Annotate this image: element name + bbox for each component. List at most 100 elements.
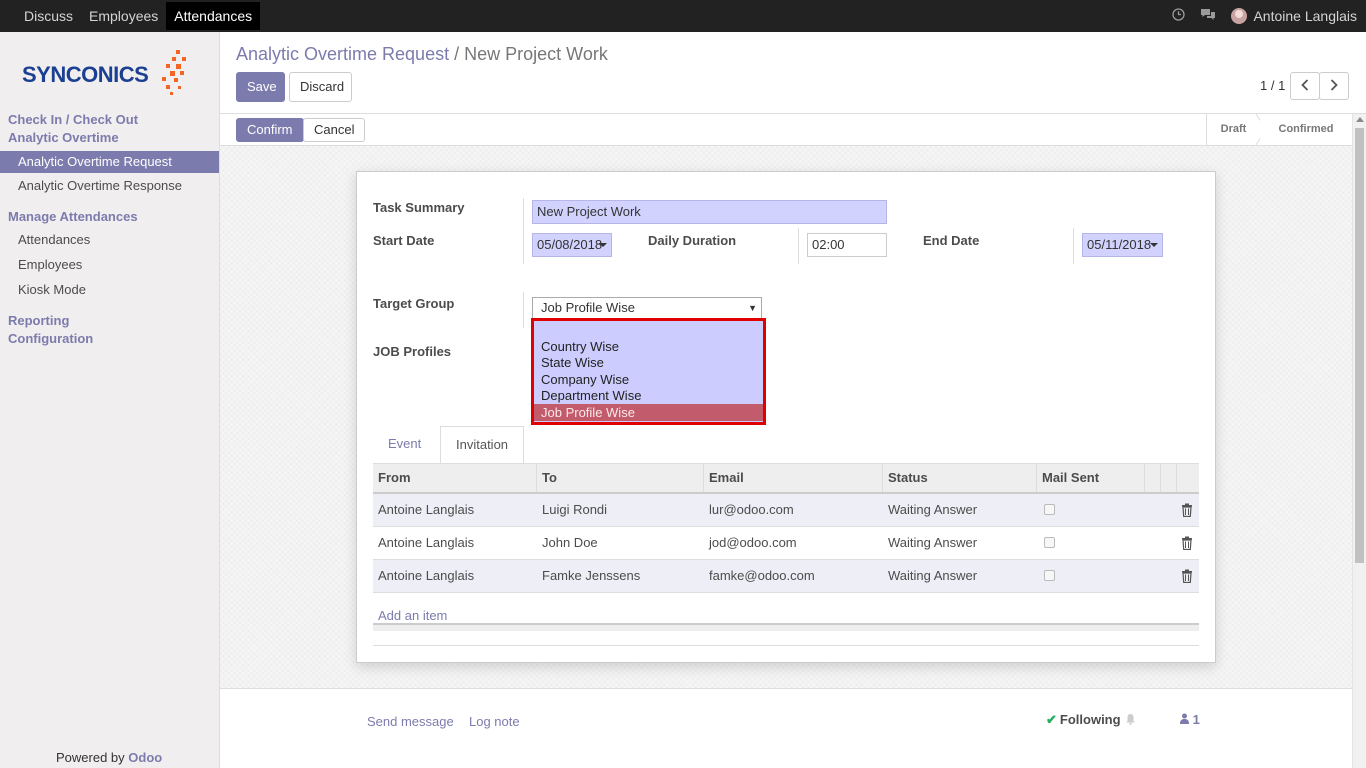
mail-sent-checkbox[interactable]: [1044, 570, 1055, 581]
field-divider: [523, 292, 524, 328]
tab-invitation-detail[interactable]: Invitation Detail: [440, 426, 525, 488]
end-date-value: 05/11/2018: [1087, 237, 1152, 252]
target-group-label: Target Group: [373, 296, 455, 311]
company-logo[interactable]: SYNCONICS: [22, 48, 202, 98]
systray: Antoine Langlais: [1163, 0, 1366, 32]
following-label: Following: [1059, 712, 1121, 727]
menu-attendances[interactable]: Attendances: [166, 2, 261, 30]
logo-mark-icon: [162, 50, 186, 95]
sidebar-section-checkin[interactable]: Check In / Check Out: [8, 111, 138, 129]
column-status[interactable]: Status: [883, 464, 1037, 492]
menu-discuss[interactable]: Discuss: [16, 0, 81, 32]
cell-status: Waiting Answer: [888, 535, 978, 550]
user-avatar[interactable]: [1231, 8, 1248, 24]
start-date-value: 05/08/2018: [537, 237, 603, 252]
task-summary-label: Task Summary: [373, 200, 465, 215]
trash-icon[interactable]: [1181, 503, 1193, 517]
form-sheet: Task Summary New Project Work Start Date…: [356, 171, 1216, 663]
sidebar-item-kiosk-mode[interactable]: Kiosk Mode: [0, 279, 219, 301]
powered-prefix: Powered by: [56, 750, 125, 765]
menu-employees[interactable]: Employees: [81, 0, 166, 32]
discard-button[interactable]: Discard: [289, 72, 352, 102]
mail-sent-checkbox[interactable]: [1044, 537, 1055, 548]
powered-by: Powered by Odoo: [56, 750, 162, 765]
sidebar-section-analytic-overtime[interactable]: Analytic Overtime: [8, 129, 119, 147]
trash-icon[interactable]: [1181, 536, 1193, 550]
pager-value[interactable]: 1 / 1: [1260, 78, 1285, 93]
task-summary-input[interactable]: New Project Work: [532, 200, 887, 224]
dropdown-option-state-wise[interactable]: State Wise: [534, 354, 763, 371]
sidebar-item-employees[interactable]: Employees: [0, 254, 219, 276]
confirm-button[interactable]: Confirm: [236, 118, 304, 142]
column-email[interactable]: Email: [704, 464, 883, 492]
column-from[interactable]: From: [373, 464, 537, 492]
page-scrollbar[interactable]: [1352, 114, 1366, 768]
target-group-dropdown[interactable]: Country Wise State Wise Company Wise Dep…: [531, 318, 766, 425]
dropdown-option-company-wise[interactable]: Company Wise: [534, 371, 763, 388]
daily-duration-input[interactable]: 02:00: [807, 233, 887, 257]
pager-next-button[interactable]: [1319, 72, 1349, 100]
column-to[interactable]: To: [537, 464, 704, 492]
pager-previous-button[interactable]: [1290, 72, 1320, 100]
sidebar-section-reporting[interactable]: Reporting: [8, 312, 69, 330]
cell-email: lur@odoo.com: [709, 502, 794, 517]
breadcrumb-parent[interactable]: Analytic Overtime Request: [236, 44, 449, 64]
following-button[interactable]: ✔ Following: [1046, 712, 1121, 728]
table-row[interactable]: Antoine Langlais Famke Jenssens famke@od…: [373, 560, 1199, 593]
sidebar-section-manage-attendances[interactable]: Manage Attendances: [8, 208, 138, 226]
stage-confirmed[interactable]: Confirmed: [1260, 114, 1352, 145]
start-date-label: Start Date: [373, 233, 435, 248]
chatter: Send message Log note ✔ Following 1: [220, 688, 1352, 768]
target-group-select[interactable]: Job Profile Wise ▼: [532, 297, 762, 319]
mail-sent-checkbox[interactable]: [1044, 504, 1055, 515]
date-caret-icon: [599, 243, 607, 247]
trash-icon[interactable]: [1181, 569, 1193, 583]
cell-email: jod@odoo.com: [709, 535, 797, 550]
sidebar-item-overtime-request[interactable]: Analytic Overtime Request: [0, 151, 219, 173]
cell-from: Antoine Langlais: [378, 568, 475, 583]
save-button[interactable]: Save: [236, 72, 285, 102]
send-message-button[interactable]: Send message: [367, 714, 454, 729]
daily-duration-label: Daily Duration: [648, 233, 737, 248]
table-row[interactable]: Antoine Langlais Luigi Rondi lur@odoo.co…: [373, 494, 1199, 527]
chevron-left-icon: [1301, 79, 1309, 91]
odoo-link[interactable]: Odoo: [128, 750, 162, 765]
field-divider: [523, 198, 524, 264]
clock-icon[interactable]: [1163, 8, 1193, 24]
date-caret-icon: [1150, 243, 1158, 247]
column-mail-sent[interactable]: Mail Sent: [1037, 464, 1145, 492]
sidebar-section-configuration[interactable]: Configuration: [8, 330, 93, 348]
end-date-input[interactable]: 05/11/2018: [1082, 233, 1163, 257]
dropdown-option-department-wise[interactable]: Department Wise: [534, 387, 763, 404]
end-date-label: End Date: [923, 233, 980, 248]
chat-icon[interactable]: [1193, 8, 1223, 24]
cell-from: Antoine Langlais: [378, 502, 475, 517]
chevron-right-icon: [1330, 79, 1338, 91]
sidebar-item-attendances[interactable]: Attendances: [0, 229, 219, 251]
cell-email: famke@odoo.com: [709, 568, 815, 583]
scroll-thumb[interactable]: [1355, 128, 1364, 563]
user-name[interactable]: Antoine Langlais: [1253, 8, 1357, 24]
dropdown-option-empty[interactable]: [534, 321, 763, 338]
sidebar-item-overtime-response[interactable]: Analytic Overtime Response: [0, 175, 219, 197]
followers-count: 1: [1192, 712, 1200, 727]
followers-button[interactable]: 1: [1180, 712, 1200, 727]
log-note-button[interactable]: Log note: [469, 714, 520, 729]
start-date-input[interactable]: 05/08/2018: [532, 233, 612, 257]
breadcrumb-separator: /: [454, 44, 460, 64]
cell-status: Waiting Answer: [888, 568, 978, 583]
dropdown-option-country-wise[interactable]: Country Wise: [534, 338, 763, 355]
cell-from: Antoine Langlais: [378, 535, 475, 550]
cell-to: Famke Jenssens: [542, 568, 641, 583]
stage-draft[interactable]: Draft: [1206, 114, 1260, 145]
tab-event[interactable]: Event: [373, 426, 436, 464]
breadcrumb: Analytic Overtime Request / New Project …: [236, 44, 608, 65]
bell-icon[interactable]: [1125, 713, 1136, 725]
scroll-up-arrow-icon[interactable]: [1356, 117, 1364, 122]
add-item-link[interactable]: Add an item: [378, 608, 447, 623]
table-row[interactable]: Antoine Langlais John Doe jod@odoo.com W…: [373, 527, 1199, 560]
app-menu: Discuss Employees Attendances: [16, 0, 261, 32]
cancel-button[interactable]: Cancel: [303, 118, 366, 142]
breadcrumb-current: New Project Work: [464, 44, 608, 64]
dropdown-option-job-profile-wise[interactable]: Job Profile Wise: [534, 404, 763, 421]
